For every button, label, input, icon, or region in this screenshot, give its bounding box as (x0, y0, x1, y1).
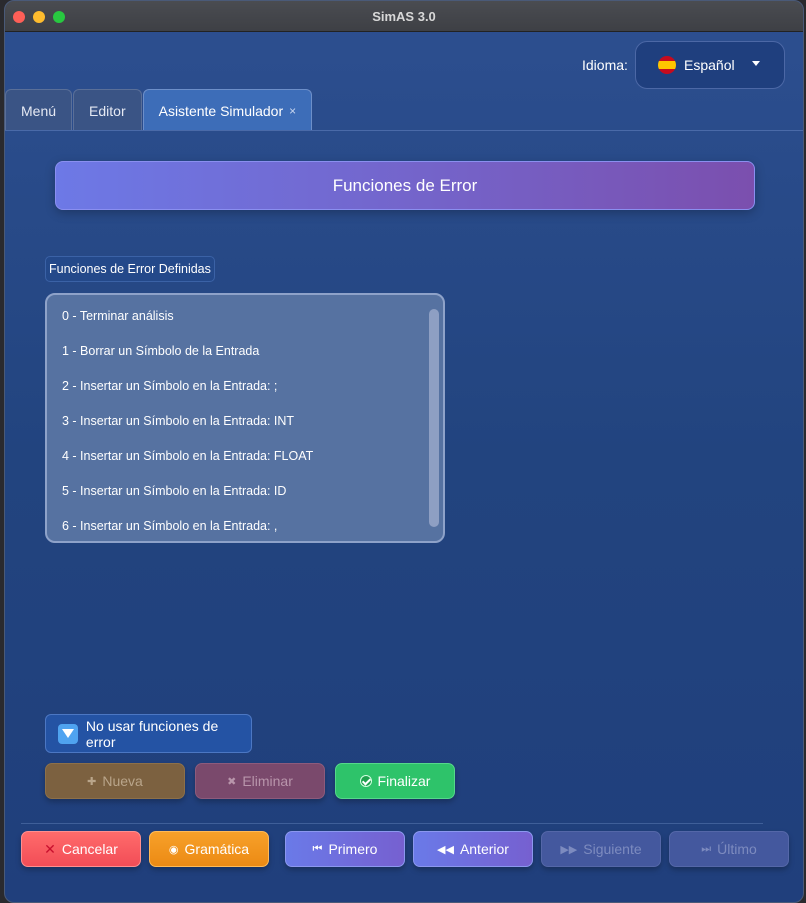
list-scrollbar[interactable] (429, 309, 439, 527)
title-bar: SimAS 3.0 (5, 1, 803, 32)
first-button[interactable]: ⏮ Primero (285, 831, 405, 867)
language-select[interactable]: Español (635, 41, 785, 89)
checkbox-label: No usar funciones de error (85, 717, 219, 750)
chevron-down-icon (752, 61, 760, 66)
cancel-button[interactable]: ✕ Cancelar (21, 831, 141, 867)
list-item[interactable]: 4 - Insertar un Símbolo en la Entrada: F… (47, 438, 443, 473)
spain-flag-icon (658, 56, 676, 74)
footer-divider (21, 823, 763, 824)
grammar-icon: ◉ (168, 843, 179, 856)
fast-forward-icon: ▶▶ (560, 843, 578, 856)
finish-button[interactable]: Finalizar (335, 763, 455, 799)
tab-asistente-simulador[interactable]: Asistente Simulador × (142, 89, 313, 131)
tab-bar: Menú Editor Asistente Simulador × (5, 89, 313, 131)
add-icon: ✚ (87, 775, 97, 788)
cross-icon: ✕ (44, 840, 56, 857)
next-button-label: Siguiente (583, 841, 642, 857)
tab-menu[interactable]: Menú (5, 89, 73, 131)
delete-icon: ✖ (227, 775, 237, 788)
previous-button[interactable]: ◀◀ Anterior (413, 831, 533, 867)
list-item[interactable]: 5 - Insertar un Símbolo en la Entrada: I… (47, 473, 443, 508)
no-error-functions-checkbox[interactable]: No usar funciones de error (45, 714, 252, 753)
list-item[interactable]: 2 - Insertar un Símbolo en la Entrada: ; (47, 368, 443, 403)
language-label: Idioma: (582, 57, 628, 73)
first-button-label: Primero (328, 841, 378, 857)
skip-last-icon: ⏭ (701, 842, 712, 855)
maximize-window-button[interactable] (53, 11, 65, 23)
rewind-icon: ◀◀ (437, 843, 454, 856)
previous-button-label: Anterior (459, 841, 509, 857)
section-title: Funciones de Error (55, 161, 755, 210)
last-button-label: Último (717, 841, 757, 857)
grammar-button[interactable]: ◉ Gramática (149, 831, 269, 867)
tab-label: Menú (21, 102, 57, 119)
new-button[interactable]: ✚ Nueva (45, 763, 185, 799)
close-window-button[interactable] (13, 11, 25, 23)
list-item[interactable]: 0 - Terminar análisis (47, 298, 443, 333)
tab-label: Editor (89, 102, 126, 119)
close-tab-icon[interactable]: × (289, 104, 296, 118)
error-functions-group-label: Funciones de Error Definidas (45, 256, 215, 282)
cancel-button-label: Cancelar (61, 841, 118, 857)
new-button-label: Nueva (102, 773, 143, 789)
delete-button-label: Eliminar (242, 773, 293, 789)
check-icon (359, 775, 372, 787)
grammar-button-label: Gramática (184, 841, 250, 857)
list-item[interactable]: 1 - Borrar un Símbolo de la Entrada (47, 333, 443, 368)
minimize-window-button[interactable] (33, 11, 45, 23)
list-item[interactable]: 6 - Insertar un Símbolo en la Entrada: , (47, 508, 443, 541)
tab-editor[interactable]: Editor (73, 89, 142, 131)
finish-button-label: Finalizar (377, 773, 431, 789)
language-value: Español (684, 57, 735, 73)
error-functions-list[interactable]: 0 - Terminar análisis 1 - Borrar un Símb… (45, 293, 445, 543)
next-button[interactable]: ▶▶ Siguiente (541, 831, 661, 867)
tab-label: Asistente Simulador (158, 102, 284, 119)
delete-button[interactable]: ✖ Eliminar (195, 763, 325, 799)
tab-divider (5, 130, 803, 131)
checkbox-icon (58, 723, 78, 744)
list-item[interactable]: 3 - Insertar un Símbolo en la Entrada: I… (47, 403, 443, 438)
skip-first-icon: ⏮ (312, 842, 323, 855)
last-button[interactable]: ⏭ Último (669, 831, 789, 867)
window-title: SimAS 3.0 (372, 8, 436, 24)
app-window: SimAS 3.0 Idioma: Español Menú Editor As… (4, 0, 804, 903)
